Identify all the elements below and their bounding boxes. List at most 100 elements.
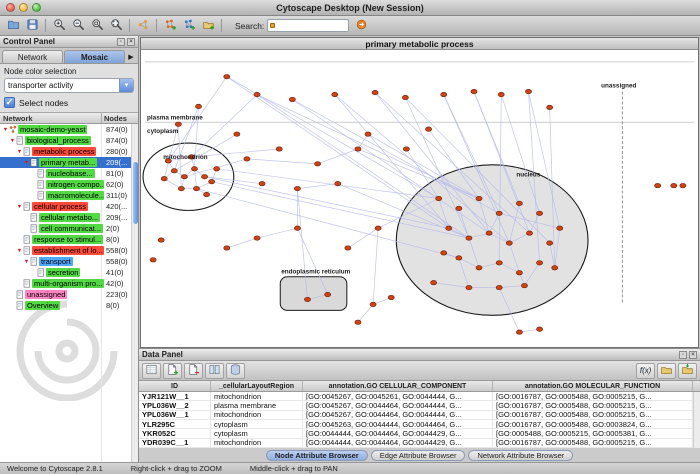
export-attributes-button[interactable] [678,363,697,379]
tree-item[interactable]: cell communicat...2(0) [0,223,138,234]
table-column-header[interactable]: annotation.GO CELLULAR_COMPONENT [303,381,493,391]
formula-builder-button[interactable]: f(x) [636,363,655,379]
network-node[interactable] [496,285,502,289]
zoom-fit-button[interactable] [107,17,125,34]
network-node[interactable] [436,196,442,200]
close-window-button[interactable] [6,3,15,12]
zoom-selected-button[interactable] [88,17,106,34]
tree-item[interactable]: macromolecule...311(0) [0,190,138,201]
network-node[interactable] [516,271,522,275]
delete-attribute-button[interactable] [184,363,203,379]
network-node[interactable] [476,196,482,200]
tab-edge-attribute-browser[interactable]: Edge Attribute Browser [371,450,466,461]
node-color-dropdown[interactable]: transporter activity ▼ [4,78,134,93]
tree-item[interactable]: ▼establishment of lo...558(0) [0,245,138,256]
tree-scrollbar[interactable] [131,124,138,462]
table-row[interactable]: YLR295Ccytoplasm[GO:0045263, GO:0044444,… [139,420,693,429]
network-node[interactable] [315,162,321,166]
table-row[interactable]: YPL036W__2plasma membrane[GO:0045267, GO… [139,401,693,410]
network-node[interactable] [537,327,543,331]
network-node[interactable] [254,92,260,96]
expand-arrow-icon[interactable]: ▼ [16,248,23,254]
first-neighbors-button[interactable] [134,17,152,34]
create-attribute-button[interactable] [163,363,182,379]
network-node[interactable] [214,167,220,171]
network-node[interactable] [224,75,230,79]
expand-arrow-icon[interactable]: ▼ [2,127,9,133]
expand-arrow-icon[interactable]: ▼ [16,204,23,210]
network-node[interactable] [259,181,265,185]
tree-item[interactable]: ▼primary metab...209(... [0,157,138,168]
new-network-all-edges-button[interactable] [180,17,198,34]
import-attributes-button[interactable] [657,363,676,379]
tree-item[interactable]: ▼biological_process874(0) [0,135,138,146]
network-node[interactable] [496,211,502,215]
float-data-panel-button[interactable]: ▫ [679,351,687,359]
network-node[interactable] [355,320,361,324]
network-node[interactable] [181,175,187,179]
network-node[interactable] [402,95,408,99]
zoom-in-button[interactable] [50,17,68,34]
network-node[interactable] [150,258,156,262]
network-node[interactable] [476,266,482,270]
network-node[interactable] [325,292,331,296]
minimize-window-button[interactable] [19,3,28,12]
import-table-button[interactable] [226,363,245,379]
network-node[interactable] [289,97,295,101]
network-node[interactable] [537,211,543,215]
search-options-button[interactable] [352,17,370,34]
tree-item[interactable]: unassigned223(0) [0,289,138,300]
table-scrollbar[interactable] [693,392,700,448]
tree-item[interactable]: nucleobase...81(0) [0,168,138,179]
import-network-button[interactable] [199,17,217,34]
tab-scroll-right-icon[interactable]: ▶ [126,50,136,63]
table-column-header[interactable]: _cellularLayoutRegion [211,381,303,391]
network-node[interactable] [372,90,378,94]
network-node[interactable] [680,183,686,187]
attribute-columns-button[interactable] [205,363,224,379]
network-node[interactable] [335,181,341,185]
network-node[interactable] [456,206,462,210]
network-node[interactable] [304,297,310,301]
network-node[interactable] [431,280,437,284]
network-node[interactable] [209,179,215,183]
tree-item[interactable]: secretion41(0) [0,267,138,278]
search-input[interactable] [267,19,349,32]
network-node[interactable] [345,246,351,250]
network-node[interactable] [161,177,167,181]
tree-item[interactable]: ▼cellular process420(... [0,201,138,212]
network-node[interactable] [193,186,199,190]
network-node[interactable] [516,201,522,205]
network-node[interactable] [525,89,531,93]
expand-arrow-icon[interactable]: ▼ [23,259,30,265]
tree-item[interactable]: ▼transport558(0) [0,256,138,267]
network-node[interactable] [426,127,432,131]
tab-node-attribute-browser[interactable]: Node Attribute Browser [266,450,368,461]
network-node[interactable] [332,92,338,96]
network-node[interactable] [370,302,376,306]
network-node[interactable] [521,283,527,287]
select-nodes-checkbox[interactable]: ✓ [4,97,15,108]
tab-network-attribute-browser[interactable]: Network Attribute Browser [468,450,573,461]
network-node[interactable] [276,147,282,151]
tree-item[interactable]: multi-organism pro...42(0) [0,278,138,289]
network-node[interactable] [655,183,661,187]
network-node[interactable] [547,105,553,109]
table-row[interactable]: YJR121W__1mitochondrion[GO:0045267, GO:0… [139,392,693,401]
close-panel-button[interactable]: × [127,38,135,46]
tab-mosaic[interactable]: Mosaic [64,50,125,63]
network-node[interactable] [557,226,563,230]
network-node[interactable] [224,246,230,250]
network-node[interactable] [195,104,201,108]
network-node[interactable] [294,226,300,230]
network-node[interactable] [456,256,462,260]
network-node[interactable] [671,183,677,187]
tree-item[interactable]: Overview8(0) [0,300,138,311]
tree-column-network[interactable]: Network [0,113,102,123]
table-row[interactable]: YKR052Ccytoplasm[GO:0044444, GO:0044464,… [139,429,693,438]
network-node[interactable] [441,92,447,96]
network-node[interactable] [526,231,532,235]
network-node[interactable] [178,186,184,190]
expand-arrow-icon[interactable]: ▼ [23,160,30,166]
float-panel-button[interactable]: ▫ [117,38,125,46]
